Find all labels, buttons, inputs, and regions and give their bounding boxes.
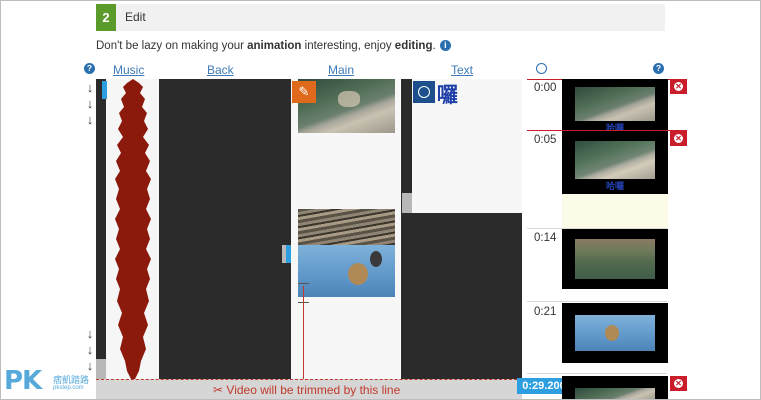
preview-frame[interactable] bbox=[562, 376, 668, 399]
scissors-icon: ✂ bbox=[213, 383, 224, 397]
arrow-down-icon[interactable]: ↓ bbox=[84, 343, 96, 357]
timeline-ruler-track[interactable] bbox=[96, 79, 106, 379]
music-clip-handle[interactable] bbox=[102, 81, 107, 99]
text-clip[interactable]: 囉 bbox=[437, 79, 458, 109]
back-track[interactable] bbox=[159, 79, 291, 379]
column-music[interactable]: Music bbox=[113, 63, 144, 77]
delete-frame-button[interactable]: ✕ bbox=[670, 376, 687, 391]
arrow-down-icon[interactable]: ↓ bbox=[84, 359, 96, 373]
frame-time: 0:00 bbox=[534, 82, 557, 94]
main-clip-handle[interactable] bbox=[286, 245, 291, 263]
playhead-line[interactable] bbox=[303, 286, 304, 379]
arrow-down-icon[interactable]: ↓ bbox=[84, 113, 96, 127]
empty-frame-slot[interactable] bbox=[562, 194, 668, 228]
clock-icon[interactable] bbox=[536, 63, 547, 74]
preview-frame[interactable] bbox=[562, 303, 668, 363]
arrow-down-icon[interactable]: ↓ bbox=[84, 327, 96, 341]
intro-text: Don't be lazy on making your animation i… bbox=[96, 40, 451, 52]
help-icon[interactable]: ? bbox=[653, 63, 664, 74]
frame-time: 0:14 bbox=[534, 232, 557, 244]
ruler-end-handle[interactable] bbox=[96, 359, 106, 379]
pin-icon[interactable]: ✎ bbox=[292, 81, 316, 103]
delete-frame-button[interactable]: ✕ bbox=[670, 131, 687, 146]
text-track-empty[interactable] bbox=[412, 213, 522, 379]
column-text[interactable]: Text bbox=[451, 63, 473, 77]
editor-frame: 2 Edit Don't be lazy on making your anim… bbox=[0, 0, 761, 400]
frame-time: 0:21 bbox=[534, 306, 557, 318]
music-waveform[interactable] bbox=[113, 79, 153, 379]
step-title: Edit bbox=[125, 10, 146, 24]
preview-frame[interactable]: 哈囉 bbox=[562, 79, 668, 130]
text-track-gutter bbox=[401, 79, 412, 379]
watermark-subtext: pkstep.com bbox=[53, 385, 84, 391]
column-back[interactable]: Back bbox=[207, 63, 234, 77]
preview-frame[interactable] bbox=[562, 229, 668, 289]
delete-frame-button[interactable]: ✕ bbox=[670, 79, 687, 94]
column-main[interactable]: Main bbox=[328, 63, 354, 77]
help-icon[interactable]: ? bbox=[84, 63, 95, 74]
watermark-logo: PK bbox=[4, 366, 42, 396]
arrow-down-icon[interactable]: ↓ bbox=[84, 81, 96, 95]
main-clip-sky[interactable] bbox=[298, 245, 395, 297]
frame-time: 0:05 bbox=[534, 134, 557, 146]
step-number: 2 bbox=[96, 4, 116, 31]
step-header bbox=[96, 4, 665, 31]
arrow-down-icon[interactable]: ↓ bbox=[84, 97, 96, 111]
preview-frame[interactable]: 哈囉 bbox=[562, 131, 668, 194]
info-icon[interactable]: i bbox=[439, 40, 451, 51]
clock-icon[interactable] bbox=[413, 81, 435, 103]
main-clip-rocks[interactable] bbox=[298, 209, 395, 245]
text-clip-handle[interactable] bbox=[402, 193, 412, 213]
trim-message: ✂ Video will be trimmed by this line bbox=[213, 383, 401, 397]
